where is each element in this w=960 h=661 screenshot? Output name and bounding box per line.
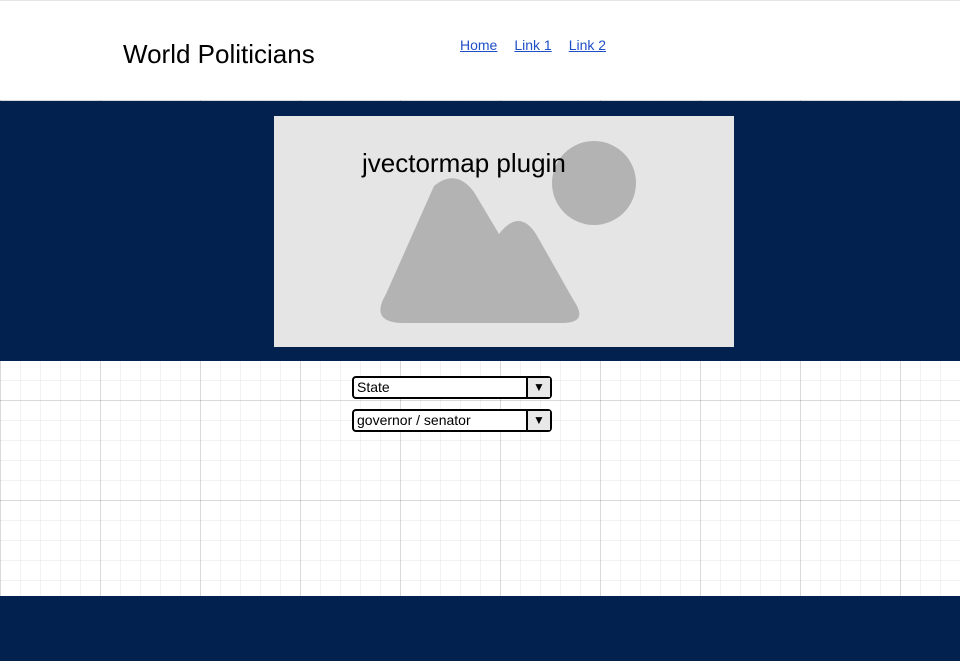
page-header: World Politicians Home Link 1 Link 2 [0, 0, 960, 100]
role-select-value: governor / senator [357, 412, 471, 428]
dropdown-arrow-icon[interactable]: ▼ [526, 378, 550, 397]
nav-link-home[interactable]: Home [460, 37, 497, 53]
dropdown-arrow-icon[interactable]: ▼ [526, 411, 550, 430]
map-placeholder: jvectormap plugin [274, 116, 734, 347]
top-nav: Home Link 1 Link 2 [460, 37, 606, 53]
state-select[interactable]: State ▼ [352, 376, 552, 399]
page-footer [0, 596, 960, 661]
hero-banner: jvectormap plugin [0, 101, 960, 361]
site-title: World Politicians [123, 39, 315, 69]
state-select-value: State [357, 379, 390, 395]
role-select[interactable]: governor / senator ▼ [352, 409, 552, 432]
map-placeholder-label: jvectormap plugin [362, 148, 566, 178]
nav-link-2[interactable]: Link 2 [569, 37, 606, 53]
nav-link-1[interactable]: Link 1 [514, 37, 551, 53]
